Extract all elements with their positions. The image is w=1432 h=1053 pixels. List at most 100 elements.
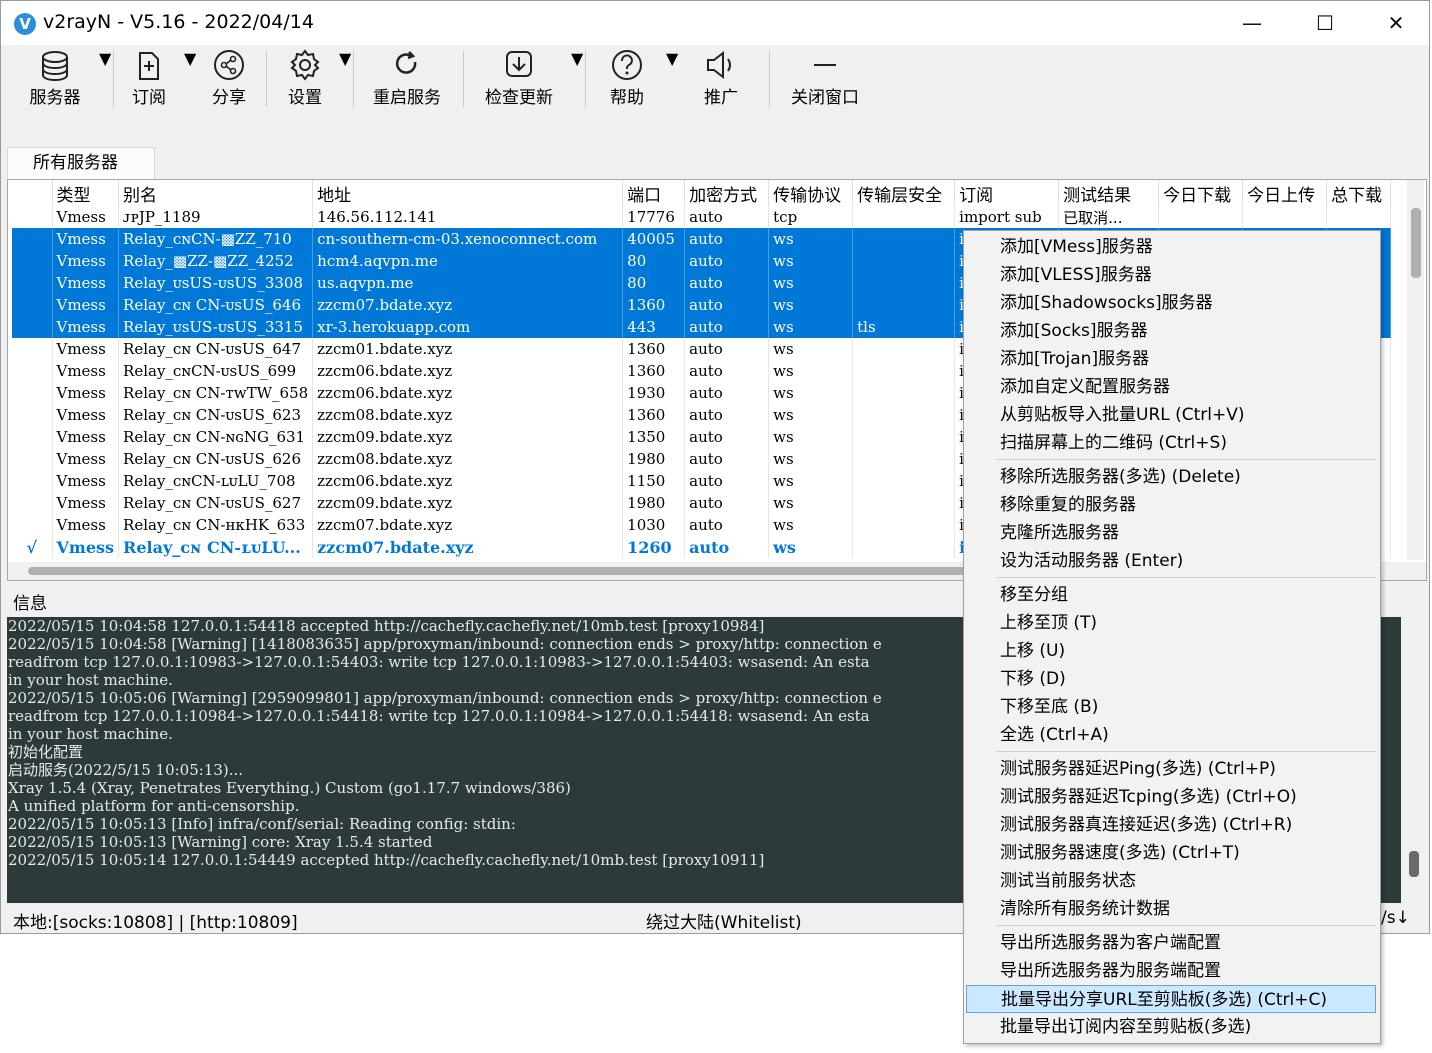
menu-item[interactable]: 添加[VMess]服务器 [966, 233, 1376, 261]
cell-enc: auto [684, 492, 770, 514]
column-header[interactable]: 传输层安全 [852, 180, 956, 206]
toolbar-help-button[interactable]: 帮助 [605, 49, 649, 111]
menu-item[interactable]: 批量导出分享URL至剪贴板(多选) (Ctrl+C) [966, 985, 1376, 1013]
cell-net: tcp [768, 206, 854, 228]
table-row[interactable]: Vmess ᴊᴘJP_1189 146.56.112.141 17776 auto tcp… [12, 206, 1392, 228]
menu-item[interactable]: 下移至底 (B) [966, 693, 1376, 721]
cell-port: 1360 [622, 360, 686, 382]
cell-net: ws [768, 514, 854, 536]
menu-item[interactable]: 上移 (U) [966, 637, 1376, 665]
menu-item[interactable]: 批量导出订阅内容至剪贴板(多选) [966, 1013, 1376, 1041]
column-header[interactable]: 传输协议 [768, 180, 854, 206]
minimize-icon [814, 64, 836, 66]
menu-item[interactable]: 添加[VLESS]服务器 [966, 261, 1376, 289]
cell-port: 1360 [622, 294, 686, 316]
toolbar-subscribe-button[interactable]: 订阅 [125, 49, 173, 111]
column-header[interactable]: 类型 [52, 180, 120, 206]
cell-check [12, 272, 53, 294]
megaphone-icon [707, 50, 731, 80]
menu-item[interactable]: 添加[Socks]服务器 [966, 317, 1376, 345]
menu-item[interactable]: 移除重复的服务器 [966, 491, 1376, 519]
tab-all-servers[interactable]: 所有服务器 [7, 147, 155, 179]
toolbar-servers-button[interactable]: 服务器 [23, 49, 87, 111]
menu-separator [996, 577, 1376, 578]
menu-item[interactable]: 测试当前服务状态 [966, 867, 1376, 895]
cell-type: Vmess [52, 272, 120, 294]
cell-net: ws [768, 250, 854, 272]
cell-type: Vmess [52, 338, 120, 360]
menu-item[interactable]: 清除所有服务统计数据 [966, 895, 1376, 923]
scrollbar-thumb[interactable] [1411, 208, 1421, 278]
menu-item[interactable]: 添加[Trojan]服务器 [966, 345, 1376, 373]
column-header[interactable]: 加密方式 [684, 180, 770, 206]
cell-tls [852, 536, 956, 558]
cell-check [12, 426, 53, 448]
toolbar-promote-button[interactable]: 推广 [699, 49, 743, 111]
cell-alias: Relay_ᴄɴ CN-ʟᴜLU... [118, 536, 314, 558]
menu-item[interactable]: 测试服务器延迟Ping(多选) (Ctrl+P) [966, 755, 1376, 783]
scrollbar-thumb[interactable] [1409, 851, 1419, 877]
update-dropdown-arrow-icon[interactable]: ▼ [571, 49, 583, 111]
toolbar-share-button[interactable]: 分享 [205, 49, 253, 111]
column-header[interactable]: 端口 [622, 180, 686, 206]
toolbar-settings-button[interactable]: 设置 [283, 49, 327, 111]
toolbar-restart-service-button[interactable]: 重启服务 [369, 49, 445, 111]
cell-net: ws [768, 338, 854, 360]
settings-dropdown-arrow-icon[interactable]: ▼ [339, 49, 351, 111]
cell-type: Vmess [52, 294, 120, 316]
close-button[interactable]: ✕ [1373, 7, 1419, 39]
cell-net: ws [768, 382, 854, 404]
menu-item[interactable]: 从剪贴板导入批量URL (Ctrl+V) [966, 401, 1376, 429]
toolbar-label: 检查更新 [485, 88, 553, 108]
cell-tls [852, 382, 956, 404]
toolbar-close-window-button[interactable]: 关闭窗口 [787, 49, 863, 111]
toolbar-check-update-button[interactable]: 检查更新 [481, 49, 557, 111]
scrollbar-thumb[interactable] [28, 567, 968, 575]
cell-tls [852, 206, 956, 228]
menu-item[interactable]: 添加[Shadowsocks]服务器 [966, 289, 1376, 317]
column-header[interactable]: 今日下载 [1158, 180, 1244, 206]
cell-port: 443 [622, 316, 686, 338]
servers-dropdown-arrow-icon[interactable]: ▼ [99, 49, 111, 111]
cell-enc: auto [684, 294, 770, 316]
subscribe-dropdown-arrow-icon[interactable]: ▼ [184, 49, 196, 111]
menu-item[interactable]: 测试服务器真连接延迟(多选) (Ctrl+R) [966, 811, 1376, 839]
cell-tls [852, 492, 956, 514]
minimize-button[interactable]: — [1229, 7, 1275, 39]
toolbar: 服务器 ▼ 订阅 ▼ 分享 设置 ▼ 重启服务 检查更新 ▼ 帮助 ▼ 推广 关… [1, 45, 1429, 135]
menu-item[interactable]: 上移至顶 (T) [966, 609, 1376, 637]
column-header[interactable]: 订阅 [954, 180, 1060, 206]
maximize-button[interactable]: ☐ [1302, 7, 1348, 39]
column-header[interactable]: 别名 [118, 180, 314, 206]
menu-item[interactable]: 克隆所选服务器 [966, 519, 1376, 547]
log-vertical-scrollbar[interactable] [1403, 617, 1423, 903]
help-dropdown-arrow-icon[interactable]: ▼ [666, 49, 678, 111]
column-header[interactable]: 测试结果 [1058, 180, 1160, 206]
menu-item[interactable]: 扫描屏幕上的二维码 (Ctrl+S) [966, 429, 1376, 457]
column-header[interactable]: 今日上传 [1242, 180, 1328, 206]
routing-status[interactable]: 绕过大陆(Whitelist) [646, 908, 802, 933]
cell-alias: ᴊᴘJP_1189 [118, 206, 314, 228]
menu-item[interactable]: 测试服务器速度(多选) (Ctrl+T) [966, 839, 1376, 867]
cell-net: ws [768, 426, 854, 448]
menu-item[interactable]: 全选 (Ctrl+A) [966, 721, 1376, 749]
menu-item[interactable]: 移除所选服务器(多选) (Delete) [966, 463, 1376, 491]
menu-item[interactable]: 设为活动服务器 (Enter) [966, 547, 1376, 575]
menu-item[interactable]: 导出所选服务器为客户端配置 [966, 929, 1376, 957]
column-header[interactable] [12, 180, 53, 206]
menu-item[interactable]: 添加自定义配置服务器 [966, 373, 1376, 401]
server-list-vertical-scrollbar[interactable] [1407, 180, 1424, 560]
cell-alias: Relay_ᴄɴ CN-ʜᴋHK_633 [118, 514, 314, 536]
cell-check [12, 250, 53, 272]
column-header[interactable]: 地址 [312, 180, 624, 206]
menu-item[interactable]: 导出所选服务器为服务端配置 [966, 957, 1376, 985]
column-header[interactable]: 总下载 [1326, 180, 1392, 206]
cell-enc: auto [684, 448, 770, 470]
cell-alias: Relay_ᴄɴCN-ʟᴜLU_708 [118, 470, 314, 492]
menu-item[interactable]: 移至分组 [966, 581, 1376, 609]
menu-item[interactable]: 测试服务器延迟Tcping(多选) (Ctrl+O) [966, 783, 1376, 811]
cell-tls [852, 426, 956, 448]
cell-check [12, 470, 53, 492]
menu-item[interactable]: 下移 (D) [966, 665, 1376, 693]
toolbar-label: 订阅 [132, 88, 166, 108]
